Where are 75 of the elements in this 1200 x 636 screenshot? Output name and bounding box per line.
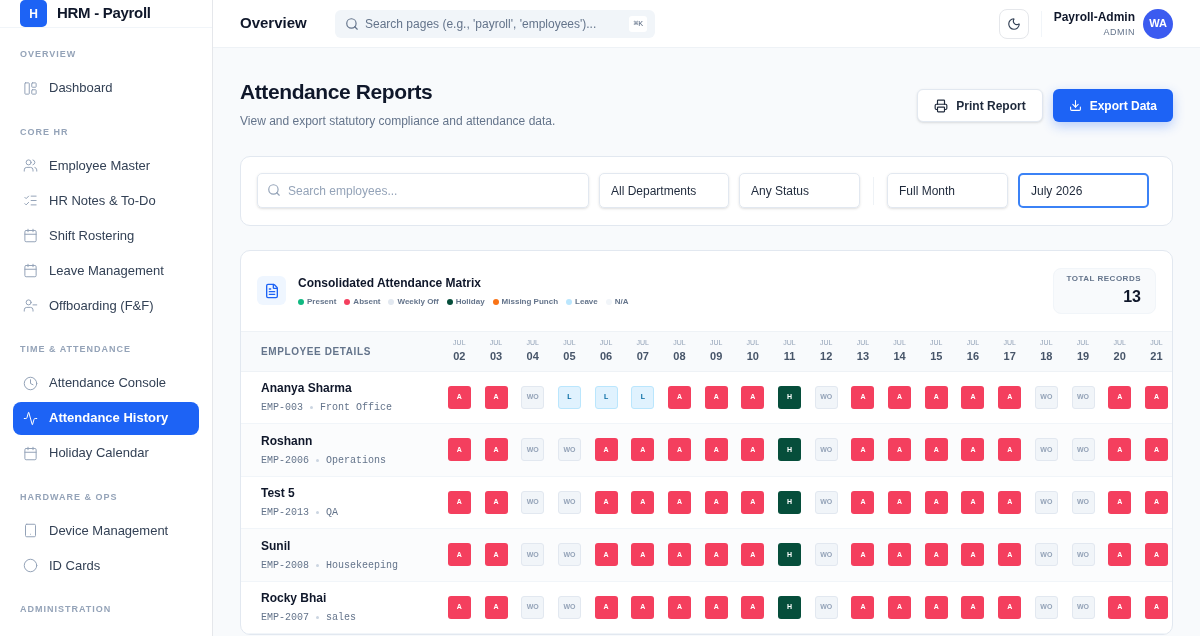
download-icon: [1068, 99, 1082, 112]
print-button[interactable]: Print Report: [917, 89, 1043, 122]
employee-name: Roshann: [261, 432, 314, 450]
legend-label: Holiday: [455, 295, 485, 308]
sidebar-item[interactable]: Attendance Console: [13, 366, 199, 400]
sidebar-item[interactable]: ID Cards: [13, 549, 199, 582]
moon-icon: [1006, 16, 1021, 31]
filter-dropdown[interactable]: All Departments: [599, 173, 729, 208]
calendar-icon: [23, 445, 38, 461]
tablet-icon: [23, 523, 38, 538]
total-value: 13: [1123, 286, 1141, 307]
legend-label: Missing Punch: [501, 295, 559, 308]
search-icon: [267, 183, 281, 197]
user-avatar[interactable]: WA: [1143, 8, 1173, 39]
column-header: EMPLOYEE DETAILS: [261, 344, 372, 359]
search-icon: [345, 16, 359, 31]
page-subtitle: View and export statutory compliance and attendance data.: [240, 112, 556, 130]
legend-label: Present: [307, 295, 337, 308]
user-role: ADMIN: [1103, 25, 1135, 39]
app-name: HRM - Payroll: [57, 3, 151, 24]
theme-toggle-button[interactable]: [998, 8, 1029, 39]
employee-department: Housekeeping: [326, 558, 399, 573]
employee-name: Ananya Sharma: [261, 380, 353, 398]
user-name: Payroll-Admin: [1053, 8, 1135, 26]
section-heading: TIME & ATTENDANCE: [19, 343, 132, 356]
filter-dropdown[interactable]: Full Month: [887, 173, 1008, 208]
legend-label: N/A: [614, 295, 629, 308]
layout-icon: [23, 80, 38, 96]
section-heading: HARDWARE & OPS: [19, 490, 119, 504]
legend-label: Absent: [353, 295, 381, 308]
sidebar-item[interactable]: HR Notes & To-Do: [13, 184, 199, 217]
section-heading: ADMINISTRATION: [19, 603, 113, 616]
filter-dropdown[interactable]: July 2026: [1018, 173, 1149, 208]
sidebar-item[interactable]: Shift Rostering: [13, 219, 199, 252]
employee-search-field[interactable]: Search employees...: [257, 173, 589, 208]
filter-dropdown[interactable]: Any Status: [739, 173, 860, 208]
logo: H: [20, 0, 47, 27]
printer-icon: [934, 98, 949, 113]
employee-name: Sunil: [261, 537, 292, 555]
section-heading: CORE HR: [19, 125, 70, 139]
employee-department: QA: [326, 506, 339, 521]
employee-id: EMP-2008: [261, 558, 309, 573]
employee-id: EMP-2007: [261, 611, 309, 626]
employee-department: Operations: [326, 453, 387, 468]
circle-icon: [23, 558, 38, 573]
user-minus-icon: [23, 298, 38, 313]
legend-label: Weekly Off: [397, 295, 439, 308]
sidebar-item[interactable]: Offboarding (F&F): [13, 289, 199, 322]
sidebar-item[interactable]: Attendance History: [13, 401, 199, 435]
employee-id: EMP-2013: [261, 506, 309, 521]
sidebar-item[interactable]: Employee Master: [13, 149, 199, 182]
sidebar-item[interactable]: Leave Management: [13, 254, 199, 287]
legend-label: Leave: [575, 295, 598, 308]
document-icon: [257, 276, 286, 305]
sidebar-item[interactable]: Holiday Calendar: [13, 436, 199, 470]
employee-department: Front Office: [320, 401, 393, 416]
section-heading: OVERVIEW: [19, 48, 78, 61]
page-heading: Overview: [240, 13, 308, 34]
employee-name: Rocky Bhai: [261, 590, 328, 608]
clock-icon: [23, 375, 38, 391]
sidebar-item[interactable]: Device Management: [13, 514, 199, 547]
employee-id: EMP-003: [261, 401, 303, 416]
calendar-icon: [23, 228, 38, 243]
users-icon: [23, 158, 38, 173]
checklist-icon: [23, 193, 38, 208]
export-button[interactable]: Export Data: [1052, 89, 1173, 122]
employee-name: Test 5: [261, 485, 296, 503]
total-label: TOTAL RECORDS: [1066, 272, 1141, 285]
matrix-title: Consolidated Attendance Matrix: [298, 274, 482, 292]
sidebar-item[interactable]: Dashboard: [13, 71, 199, 105]
pulse-icon: [23, 410, 38, 426]
employee-department: sales: [326, 611, 357, 626]
employee-id: EMP-2006: [261, 453, 309, 468]
page-title: Attendance Reports: [240, 79, 434, 105]
calendar-icon: [23, 263, 38, 278]
